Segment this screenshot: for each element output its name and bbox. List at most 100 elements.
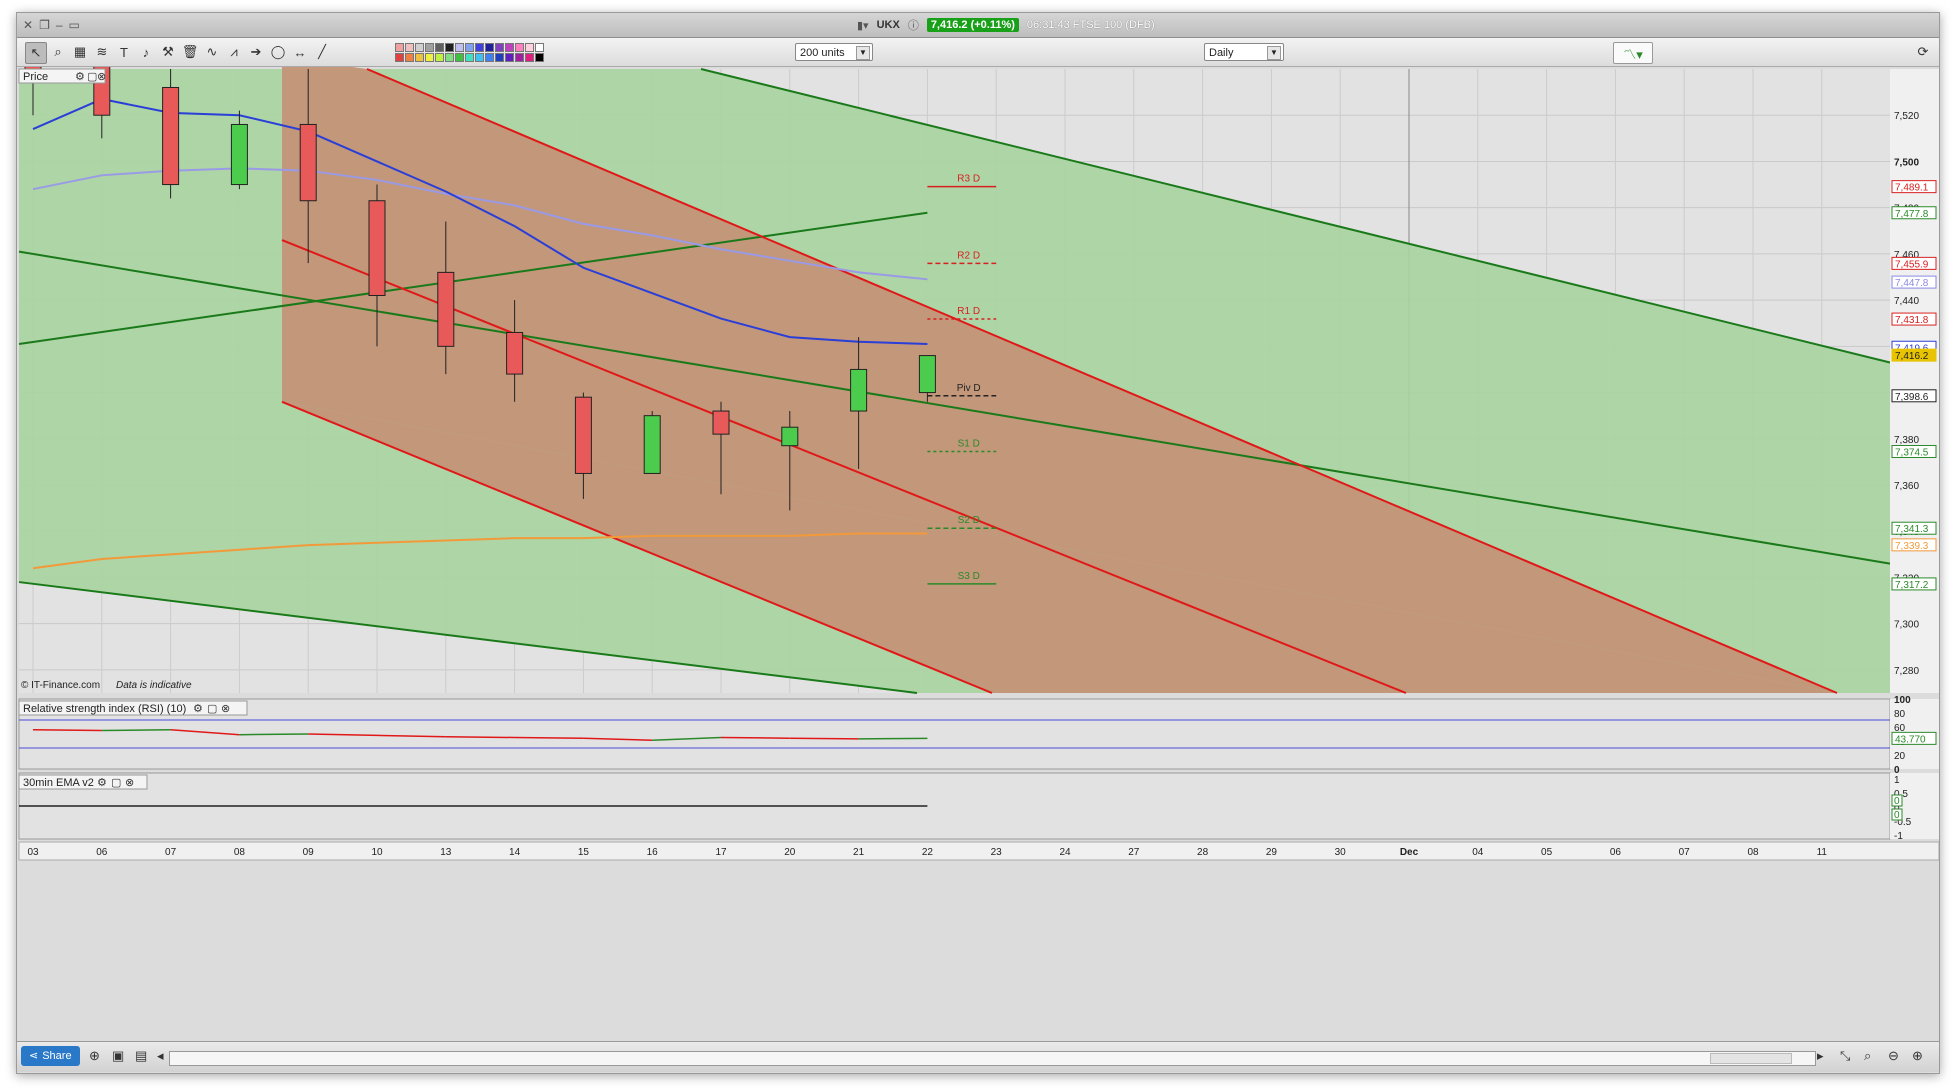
tools-icon[interactable]: ⚒ [158,42,178,62]
trend-line-icon[interactable]: ∿ [202,42,222,62]
color-swatch[interactable] [525,53,534,62]
interval-select[interactable]: Daily ▼ [1204,43,1284,61]
color-swatch[interactable] [465,53,474,62]
rsi-segment [32,729,102,732]
device-icon[interactable]: ▮▾ [857,19,869,32]
color-swatch[interactable] [425,43,434,52]
color-swatch[interactable] [395,53,404,62]
horizontal-scrollbar[interactable] [169,1051,1816,1066]
candle-body [299,123,317,202]
price-tag-label: 7,477.8 [1895,209,1929,220]
rsi-segment [101,729,171,732]
chart-svg[interactable]: R3 DR2 DR1 DPiv DS1 DS2 DS3 DPrice ⚙ ▢ ⊗© I… [17,0,1940,1042]
color-swatch[interactable] [495,53,504,62]
candle-body [230,123,248,186]
scroll-left-icon[interactable]: ◂ [157,1048,164,1064]
close-icon[interactable]: ✕ [23,18,33,32]
color-swatch[interactable] [515,53,524,62]
units-select[interactable]: 200 units ▼ [795,43,873,61]
color-swatch[interactable] [415,53,424,62]
scroll-right-icon[interactable]: ▸ [1817,1048,1824,1064]
candle-body [437,271,455,347]
lasso-icon[interactable]: ◯ [268,42,288,62]
ema-axis-tick: -1 [1894,831,1903,842]
color-swatch[interactable] [475,43,484,52]
candle-body [162,86,180,186]
color-palette [395,43,544,62]
app-window: ✕ ❐ – ▭ ▮▾ UKX ⓘ 7,416.2 (+0.11%) 06:31:… [16,0,1940,1074]
indicator-menu-button[interactable]: 〽▾ [1613,42,1653,64]
raff-channel-icon[interactable]: ≋ [92,42,112,62]
x-axis-tick: 09 [303,847,315,858]
x-axis-tick: 23 [991,847,1003,858]
color-swatch[interactable] [415,43,424,52]
color-swatch[interactable] [395,43,404,52]
pointer-icon[interactable]: ↖ [25,42,47,64]
share-button[interactable]: ⋖ Share [21,1046,80,1066]
color-swatch[interactable] [425,53,434,62]
color-swatch[interactable] [535,53,544,62]
color-swatch[interactable] [485,53,494,62]
color-swatch[interactable] [485,43,494,52]
color-swatch[interactable] [465,43,474,52]
x-axis-tick: 08 [234,847,246,858]
color-swatch[interactable] [435,43,444,52]
pivot-label-s3: S3 D [958,571,980,582]
zigzag-icon[interactable]: ⩘ [224,42,244,62]
trash-icon[interactable]: 🗑 [180,42,200,62]
color-swatch[interactable] [525,43,534,52]
color-swatch[interactable] [405,53,414,62]
color-swatch[interactable] [405,43,414,52]
x-axis-tick: Dec [1400,847,1419,858]
restore-icon[interactable]: ❐ [39,18,50,32]
horizontal-line-icon[interactable]: ↔ [290,42,310,62]
fit-icon[interactable]: ⤡ [1840,1048,1850,1064]
zoom-out-icon[interactable]: ⊖ [1888,1048,1899,1064]
ema-axis-tick: 1 [1894,775,1900,786]
color-swatch[interactable] [505,53,514,62]
color-swatch[interactable] [455,53,464,62]
wrench-icon: ⚙ [193,703,203,715]
scrollbar-thumb[interactable] [1710,1053,1792,1064]
close-panel-icon: ⊗ [97,71,106,83]
color-swatch[interactable] [445,43,454,52]
x-axis-tick: 10 [371,847,383,858]
draw-line-icon[interactable]: ╱ [312,42,332,62]
keyboard-icon[interactable]: ▭ [69,18,80,32]
interval-select-value: Daily [1209,47,1234,59]
close-panel-icon: ⊗ [125,777,134,789]
color-swatch[interactable] [515,43,524,52]
window-controls: ✕ ❐ – ▭ [23,18,80,32]
chart-type-icon[interactable]: ▦ [70,42,90,62]
candle-body [574,396,592,474]
color-swatch[interactable] [435,53,444,62]
screenshot-icon[interactable]: ▣ [112,1048,124,1064]
pivot-label-r3: R3 D [957,174,980,185]
candle-body [506,331,524,375]
alert-bell-icon[interactable]: ♪ [136,42,156,62]
price-tag-label: 7,431.8 [1895,315,1929,326]
zoom-icon[interactable]: ⌕ [48,42,68,62]
price-panel-label: Price [23,71,48,83]
color-swatch[interactable] [445,53,454,62]
price-axis-tick: 7,300 [1894,620,1919,631]
color-swatch[interactable] [495,43,504,52]
x-axis-tick: 08 [1747,847,1759,858]
price-tag-label: 7,317.2 [1895,580,1929,591]
text-icon[interactable]: T [114,42,134,62]
zoom-in-icon[interactable]: ⊕ [1912,1048,1923,1064]
minimize-icon[interactable]: – [56,18,63,32]
zoom-fit-icon[interactable]: ⌕ [1864,1048,1871,1064]
layout-icon[interactable]: ▤ [135,1048,147,1064]
ema-tag-label: 0 [1894,796,1900,807]
color-swatch[interactable] [535,43,544,52]
time-and-instrument: 06:31:43 FTSE 100 (DFB) [1026,19,1155,31]
color-swatch[interactable] [475,53,484,62]
color-swatch[interactable] [455,43,464,52]
crosshair-icon[interactable]: ⊕ [89,1048,100,1064]
arrow-icon[interactable]: ➔ [246,42,266,62]
price-axis-tick: 7,520 [1894,111,1919,122]
refresh-icon[interactable]: ⟳ [1913,42,1933,62]
color-swatch[interactable] [505,43,514,52]
info-icon[interactable]: ⓘ [908,17,919,33]
